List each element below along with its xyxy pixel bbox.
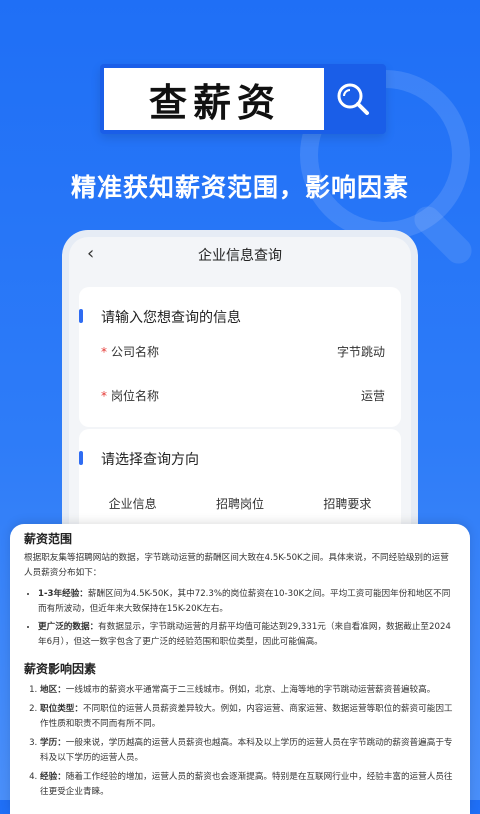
list-item: 更广泛的数据：有数据显示，字节跳动运营的月薪平均值可能达到29,331元（来自看… [38, 620, 456, 650]
salary-factors-title: 薪资影响因素 [24, 662, 97, 676]
position-field[interactable]: * 岗位名称 运营 [101, 385, 385, 405]
salary-range-intro: 根据职友集等招聘网站的数据，字节跳动运营的薪酬区间大致在4.5K-50K之间。具… [24, 553, 449, 578]
option-company-info[interactable]: 企业信息 [109, 495, 157, 512]
phone-mockup: ‹ 企业信息查询 请输入您想查询的信息 * 公司名称 字节跳动 * 岗位名称 运营 … [62, 230, 418, 560]
list-item: 经验：随着工作经验的增加，运营人员的薪资也会逐渐提高。特别是在互联网行业中，经验… [40, 770, 456, 800]
list-item: 职位类型：不同职位的运营人员薪资差异较大。例如，内容运营、商家运营、数据运营等职… [40, 702, 456, 732]
salary-range-list: 1-3年经验：薪酬区间为4.5K-50K，其中72.3%的岗位薪资在10-30K… [24, 587, 456, 650]
hero-title: 查薪资 [148, 80, 281, 125]
card-title: 请输入您想查询的信息 [101, 310, 241, 326]
hero-banner: 查薪资 [100, 64, 386, 134]
card-title: 请选择查询方向 [101, 452, 199, 468]
required-marker: * [101, 344, 107, 359]
salary-range-title: 薪资范围 [24, 532, 73, 546]
header-title: 企业信息查询 [198, 248, 282, 264]
list-item: 1-3年经验：薪酬区间为4.5K-50K，其中72.3%的岗位薪资在10-30K… [38, 587, 456, 617]
field-label: * 岗位名称 [101, 388, 160, 403]
position-value: 运营 [360, 388, 385, 403]
required-marker: * [101, 388, 107, 403]
list-item: 学历：一般来说，学历越高的运营人员薪资也越高。本科及以上学历的运营人员在字节跳动… [40, 736, 456, 766]
slogan: 精准获知薪资范围，影响因素 [70, 173, 409, 202]
phone-header: ‹ 企业信息查询 [69, 237, 411, 273]
salary-factors-list: 地区：一线城市的薪资水平通常高于二三线城市。例如，北京、上海等地的字节跳动运营薪… [24, 683, 456, 800]
result-sheet[interactable]: 薪资范围 根据职友集等招聘网站的数据，字节跳动运营的薪酬区间大致在4.5K-50… [10, 524, 470, 814]
search-icon [324, 68, 382, 130]
card-accent-bar [79, 451, 83, 465]
option-job-requirements[interactable]: 招聘要求 [323, 495, 371, 512]
direction-options: 企业信息 招聘岗位 招聘要求 [79, 495, 401, 512]
field-label: * 公司名称 [101, 344, 160, 359]
company-value: 字节跳动 [336, 344, 385, 359]
option-job-openings[interactable]: 招聘岗位 [216, 495, 264, 512]
card-accent-bar [79, 309, 83, 323]
chevron-left-icon[interactable]: ‹ [87, 243, 94, 264]
company-field[interactable]: * 公司名称 字节跳动 [101, 341, 385, 361]
list-item: 地区：一线城市的薪资水平通常高于二三线城市。例如，北京、上海等地的字节跳动运营薪… [40, 683, 456, 698]
query-input-card: 请输入您想查询的信息 * 公司名称 字节跳动 * 岗位名称 运营 [79, 287, 401, 427]
